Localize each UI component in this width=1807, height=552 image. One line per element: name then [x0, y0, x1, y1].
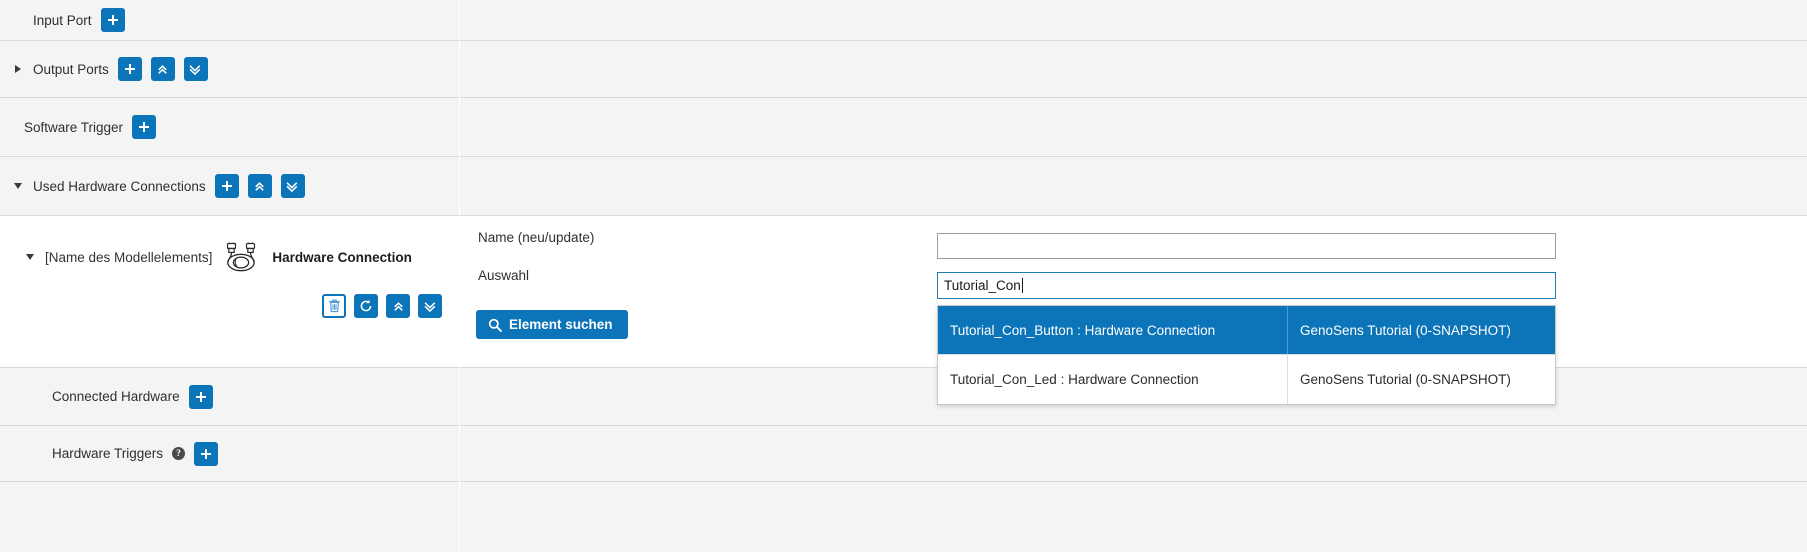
add-input-port-button[interactable] [100, 8, 125, 32]
double-chevron-down-icon [286, 181, 298, 192]
plus-icon [107, 15, 118, 25]
tree-label-input-port: Input Port [33, 12, 92, 28]
collapse-all-used-hardware-connections-button[interactable] [247, 174, 272, 198]
twisty-used-hardware-connections[interactable] [12, 180, 24, 192]
add-hardware-trigger-button[interactable] [194, 441, 219, 466]
band-tail [460, 482, 1807, 552]
cable-plug-icon [221, 242, 263, 272]
tree-row-used-hardware-connections[interactable]: Used Hardware Connections [0, 157, 459, 216]
double-chevron-down-icon [424, 301, 435, 312]
expand-all-output-ports-button[interactable] [183, 57, 208, 81]
hardware-connection-element-name: [Name des Modellelements] [45, 249, 213, 265]
tree-row-connected-hardware[interactable]: Connected Hardware [0, 368, 459, 426]
collapse-all-output-ports-button[interactable] [150, 57, 175, 81]
trash-icon [328, 299, 340, 313]
expand-all-used-hardware-connections-button[interactable] [280, 174, 305, 198]
tree-label-hardware-triggers: Hardware Triggers [52, 446, 164, 461]
tree-label-used-hardware-connections: Used Hardware Connections [33, 178, 206, 194]
double-chevron-down-icon [189, 64, 201, 75]
plus-icon [139, 122, 150, 132]
tree-row-output-ports[interactable]: Output Ports [0, 41, 459, 98]
tree-row-software-trigger[interactable]: Software Trigger [0, 98, 459, 157]
name-field-label: Name (neu/update) [478, 230, 595, 245]
plus-icon [195, 391, 206, 402]
band-software-trigger [460, 98, 1807, 157]
plus-icon [201, 448, 212, 459]
tree-row-hardware-connection: [Name des Modellelements] Hardware Conne… [0, 216, 459, 368]
add-software-trigger-button[interactable] [132, 115, 157, 139]
autocomplete-option-1-project: GenoSens Tutorial (0-SNAPSHOT) [1300, 372, 1511, 387]
model-tree-panel: Input Port Output Ports Software Trigger… [0, 0, 459, 552]
tree-label-software-trigger: Software Trigger [24, 119, 124, 135]
autocomplete-option-1[interactable]: Tutorial_Con_Led : Hardware Connection G… [938, 355, 1555, 404]
band-hardware-triggers [460, 426, 1807, 482]
auswahl-input[interactable]: Tutorial_Con [937, 272, 1556, 299]
delete-hardware-connection-button[interactable] [322, 294, 346, 318]
add-output-port-button[interactable] [117, 57, 142, 81]
autocomplete-option-0-project: GenoSens Tutorial (0-SNAPSHOT) [1300, 322, 1511, 338]
auswahl-field-label: Auswahl [478, 268, 530, 283]
double-chevron-up-icon [255, 181, 264, 191]
auswahl-autocomplete-dropdown: Tutorial_Con_Button : Hardware Connectio… [937, 305, 1556, 405]
reset-hardware-connection-button[interactable] [354, 294, 378, 318]
band-used-hardware-connections [460, 157, 1807, 216]
double-chevron-up-icon [393, 301, 403, 311]
expand-hardware-connection-button[interactable] [418, 294, 442, 318]
collapse-hardware-connection-button[interactable] [386, 294, 410, 318]
undo-icon [360, 299, 372, 312]
auswahl-input-value: Tutorial_Con [944, 278, 1021, 293]
plus-icon [221, 181, 232, 191]
band-input-port [460, 0, 1807, 41]
hardware-connection-action-toolbar [0, 294, 459, 318]
hardware-connection-type-label: Hardware Connection [272, 249, 412, 265]
tree-label-output-ports: Output Ports [33, 61, 109, 77]
tree-row-input-port[interactable]: Input Port [0, 0, 459, 41]
tree-label-connected-hardware: Connected Hardware [52, 389, 180, 404]
autocomplete-option-0[interactable]: Tutorial_Con_Button : Hardware Connectio… [938, 306, 1555, 355]
add-connected-hardware-button[interactable] [188, 384, 213, 409]
band-output-ports [460, 41, 1807, 98]
twisty-output-ports[interactable] [12, 63, 24, 75]
tree-row-tail [0, 482, 459, 552]
autocomplete-option-0-element: Tutorial_Con_Button : Hardware Connectio… [938, 306, 1288, 354]
text-cursor [1021, 278, 1023, 293]
search-icon [488, 318, 502, 332]
search-element-button-label: Element suchen [509, 317, 613, 332]
search-element-button[interactable]: Element suchen [476, 310, 628, 339]
double-chevron-up-icon [158, 64, 168, 74]
twisty-placeholder [12, 14, 24, 26]
add-used-hardware-connection-button[interactable] [214, 174, 239, 198]
twisty-hardware-connection[interactable] [24, 251, 36, 263]
hardware-connection-editor: Input Port Output Ports Software Trigger… [0, 0, 1807, 552]
help-icon[interactable]: ? [172, 447, 186, 460]
autocomplete-option-1-element: Tutorial_Con_Led : Hardware Connection [938, 355, 1288, 404]
name-input[interactable] [937, 233, 1556, 259]
tree-row-hardware-triggers[interactable]: Hardware Triggers ? [0, 426, 459, 482]
plus-icon [124, 64, 135, 74]
